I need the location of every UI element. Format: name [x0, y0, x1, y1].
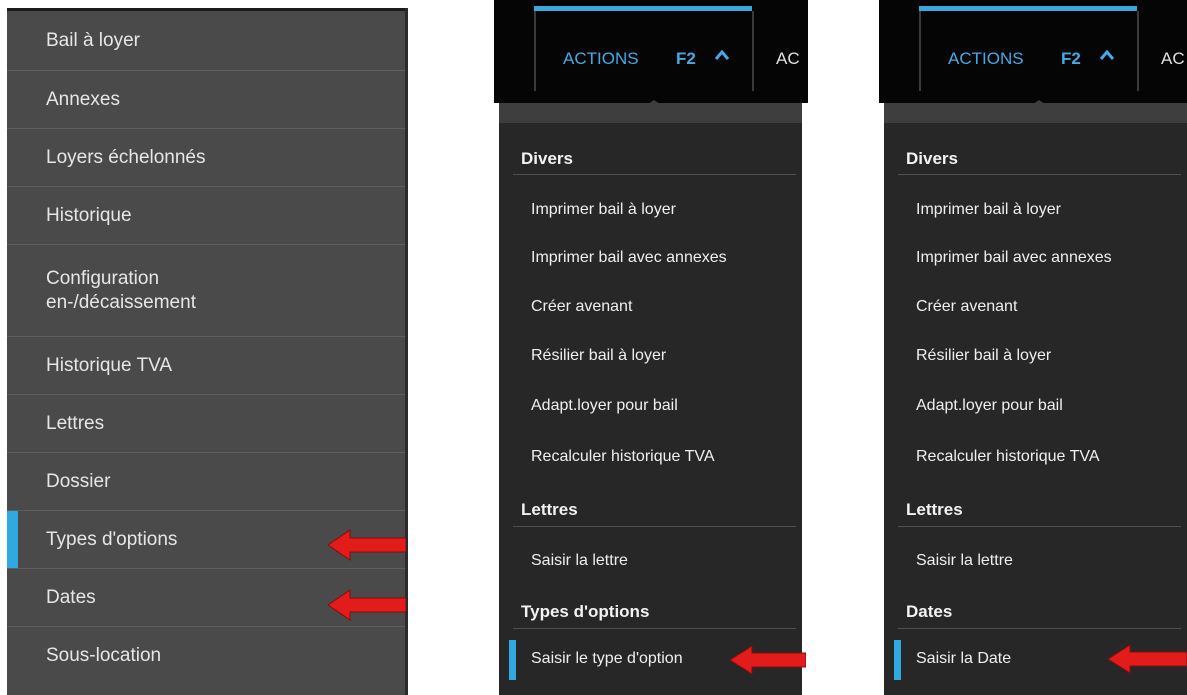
toolbar: ACTIONS F2 AC	[494, 0, 808, 103]
section-divider	[513, 526, 796, 527]
menu-item-label: Imprimer bail à loyer	[916, 201, 1061, 218]
sidebar-item-annexes[interactable]: Annexes	[7, 71, 405, 129]
section-title-lettres: Lettres	[906, 500, 963, 519]
menu-item[interactable]: Imprimer bail à loyer	[499, 187, 802, 233]
menu-item-label: Saisir la lettre	[531, 552, 628, 569]
tab-next-partial[interactable]: AC	[776, 49, 800, 69]
sidebar-item-historique[interactable]: Historique	[7, 187, 405, 245]
toolbar: ACTIONS F2 AC	[879, 0, 1187, 103]
sidebar-item-label: Bail à loyer	[46, 29, 140, 51]
tab-actions[interactable]: ACTIONS F2	[536, 11, 752, 91]
red-arrow-icon	[328, 589, 406, 621]
red-arrow-icon	[328, 529, 406, 561]
section-title-divers: Divers	[521, 149, 573, 168]
tab-divider	[1137, 11, 1139, 91]
sidebar-item-label: Lettres	[46, 412, 105, 434]
menu-item-label: Saisir le type d'option	[531, 650, 683, 667]
menu-item[interactable]: Créer avenant	[884, 284, 1187, 330]
section-title-types-options: Types d'options	[521, 602, 650, 621]
menu-item[interactable]: Résilier bail à loyer	[499, 333, 802, 379]
sidebar-item-label: Historique TVA	[46, 354, 173, 376]
sidebar-item-label: Annexes	[46, 88, 120, 110]
dropdown-pointer	[619, 100, 689, 124]
dropdown-pointer	[1004, 100, 1074, 124]
red-arrow-icon	[730, 645, 806, 675]
menu-item-label: Imprimer bail avec annexes	[916, 249, 1112, 266]
sidebar-item-label: Historique	[46, 204, 132, 226]
menu-item[interactable]: Recalculer historique TVA	[884, 434, 1187, 480]
menu-item[interactable]: Imprimer bail avec annexes	[884, 235, 1187, 281]
sidebar-item-label: Dates	[46, 586, 96, 608]
menu-item-label: Recalculer historique TVA	[531, 448, 715, 465]
sidebar-item-bail-a-loyer[interactable]: Bail à loyer	[7, 11, 405, 71]
sidebar-item-label: Loyers échelonnés	[46, 146, 206, 168]
tab-actions-label: ACTIONS	[563, 49, 639, 68]
active-indicator	[509, 640, 516, 680]
sidebar-item-sous-location[interactable]: Sous-location	[7, 627, 405, 685]
menu-item[interactable]: Résilier bail à loyer	[884, 333, 1187, 379]
menu-item-label: Adapt.loyer pour bail	[916, 397, 1063, 414]
menu-item[interactable]: Recalculer historique TVA	[499, 434, 802, 480]
menu-item[interactable]: Saisir la lettre	[884, 538, 1187, 584]
menu-item-label: Imprimer bail à loyer	[531, 201, 676, 218]
actions-dropdown: Divers Imprimer bail à loyer Imprimer ba…	[499, 123, 802, 695]
sidebar-item-dossier[interactable]: Dossier	[7, 453, 405, 511]
tab-actions[interactable]: ACTIONS F2	[921, 11, 1137, 91]
menu-item-label: Adapt.loyer pour bail	[531, 397, 678, 414]
section-divider	[898, 174, 1181, 175]
red-arrow-icon	[1108, 644, 1187, 674]
sidebar-item-configuration[interactable]: Configuration en-/décaissement	[7, 245, 405, 337]
menu-item[interactable]: Imprimer bail avec annexes	[499, 235, 802, 281]
section-divider	[513, 628, 796, 629]
section-divider	[898, 628, 1181, 629]
sidebar-item-label: Sous-location	[46, 645, 162, 666]
actions-panel-dates: ACTIONS F2 AC Divers Imprimer bail à loy…	[879, 0, 1187, 695]
actions-panel-types-options: ACTIONS F2 AC Divers Imprimer bail à loy…	[494, 0, 808, 695]
menu-item[interactable]: Adapt.loyer pour bail	[499, 383, 802, 429]
menu-item[interactable]: Saisir la lettre	[499, 538, 802, 584]
tab-actions-label: ACTIONS	[948, 49, 1024, 68]
menu-item[interactable]: Créer avenant	[499, 284, 802, 330]
menu-item-label: Saisir la Date	[916, 650, 1012, 667]
menu-item-label: Créer avenant	[531, 298, 633, 315]
sidebar-item-lettres[interactable]: Lettres	[7, 395, 405, 453]
menu-item-label: Résilier bail à loyer	[531, 347, 667, 364]
active-indicator	[7, 511, 18, 568]
sidebar-item-label: Configuration en-/décaissement	[46, 267, 196, 313]
sidebar-item-label: Types d'options	[46, 528, 178, 550]
tab-actions-shortcut: F2	[676, 49, 696, 68]
menu-item[interactable]: Adapt.loyer pour bail	[884, 383, 1187, 429]
menu-item-label: Saisir la lettre	[916, 552, 1013, 569]
section-title-lettres: Lettres	[521, 500, 578, 519]
section-title-divers: Divers	[906, 149, 958, 168]
active-indicator	[894, 640, 901, 680]
section-divider	[898, 526, 1181, 527]
sidebar-item-label: Dossier	[46, 470, 111, 492]
menu-item-label: Résilier bail à loyer	[916, 347, 1052, 364]
chevron-up-icon	[1099, 49, 1115, 60]
menu-item[interactable]: Imprimer bail à loyer	[884, 187, 1187, 233]
section-divider	[513, 174, 796, 175]
section-title-dates: Dates	[906, 602, 953, 621]
tab-next-partial[interactable]: AC	[1161, 49, 1185, 69]
tab-actions-shortcut: F2	[1061, 49, 1081, 68]
chevron-up-icon	[714, 49, 730, 60]
menu-item-label: Imprimer bail avec annexes	[531, 249, 727, 266]
tab-divider	[752, 11, 754, 91]
actions-dropdown: Divers Imprimer bail à loyer Imprimer ba…	[884, 123, 1187, 695]
menu-item-label: Recalculer historique TVA	[916, 448, 1100, 465]
menu-item-label: Créer avenant	[916, 298, 1018, 315]
sidebar-item-historique-tva[interactable]: Historique TVA	[7, 337, 405, 395]
sidebar-item-loyers-echelonnes[interactable]: Loyers échelonnés	[7, 129, 405, 187]
